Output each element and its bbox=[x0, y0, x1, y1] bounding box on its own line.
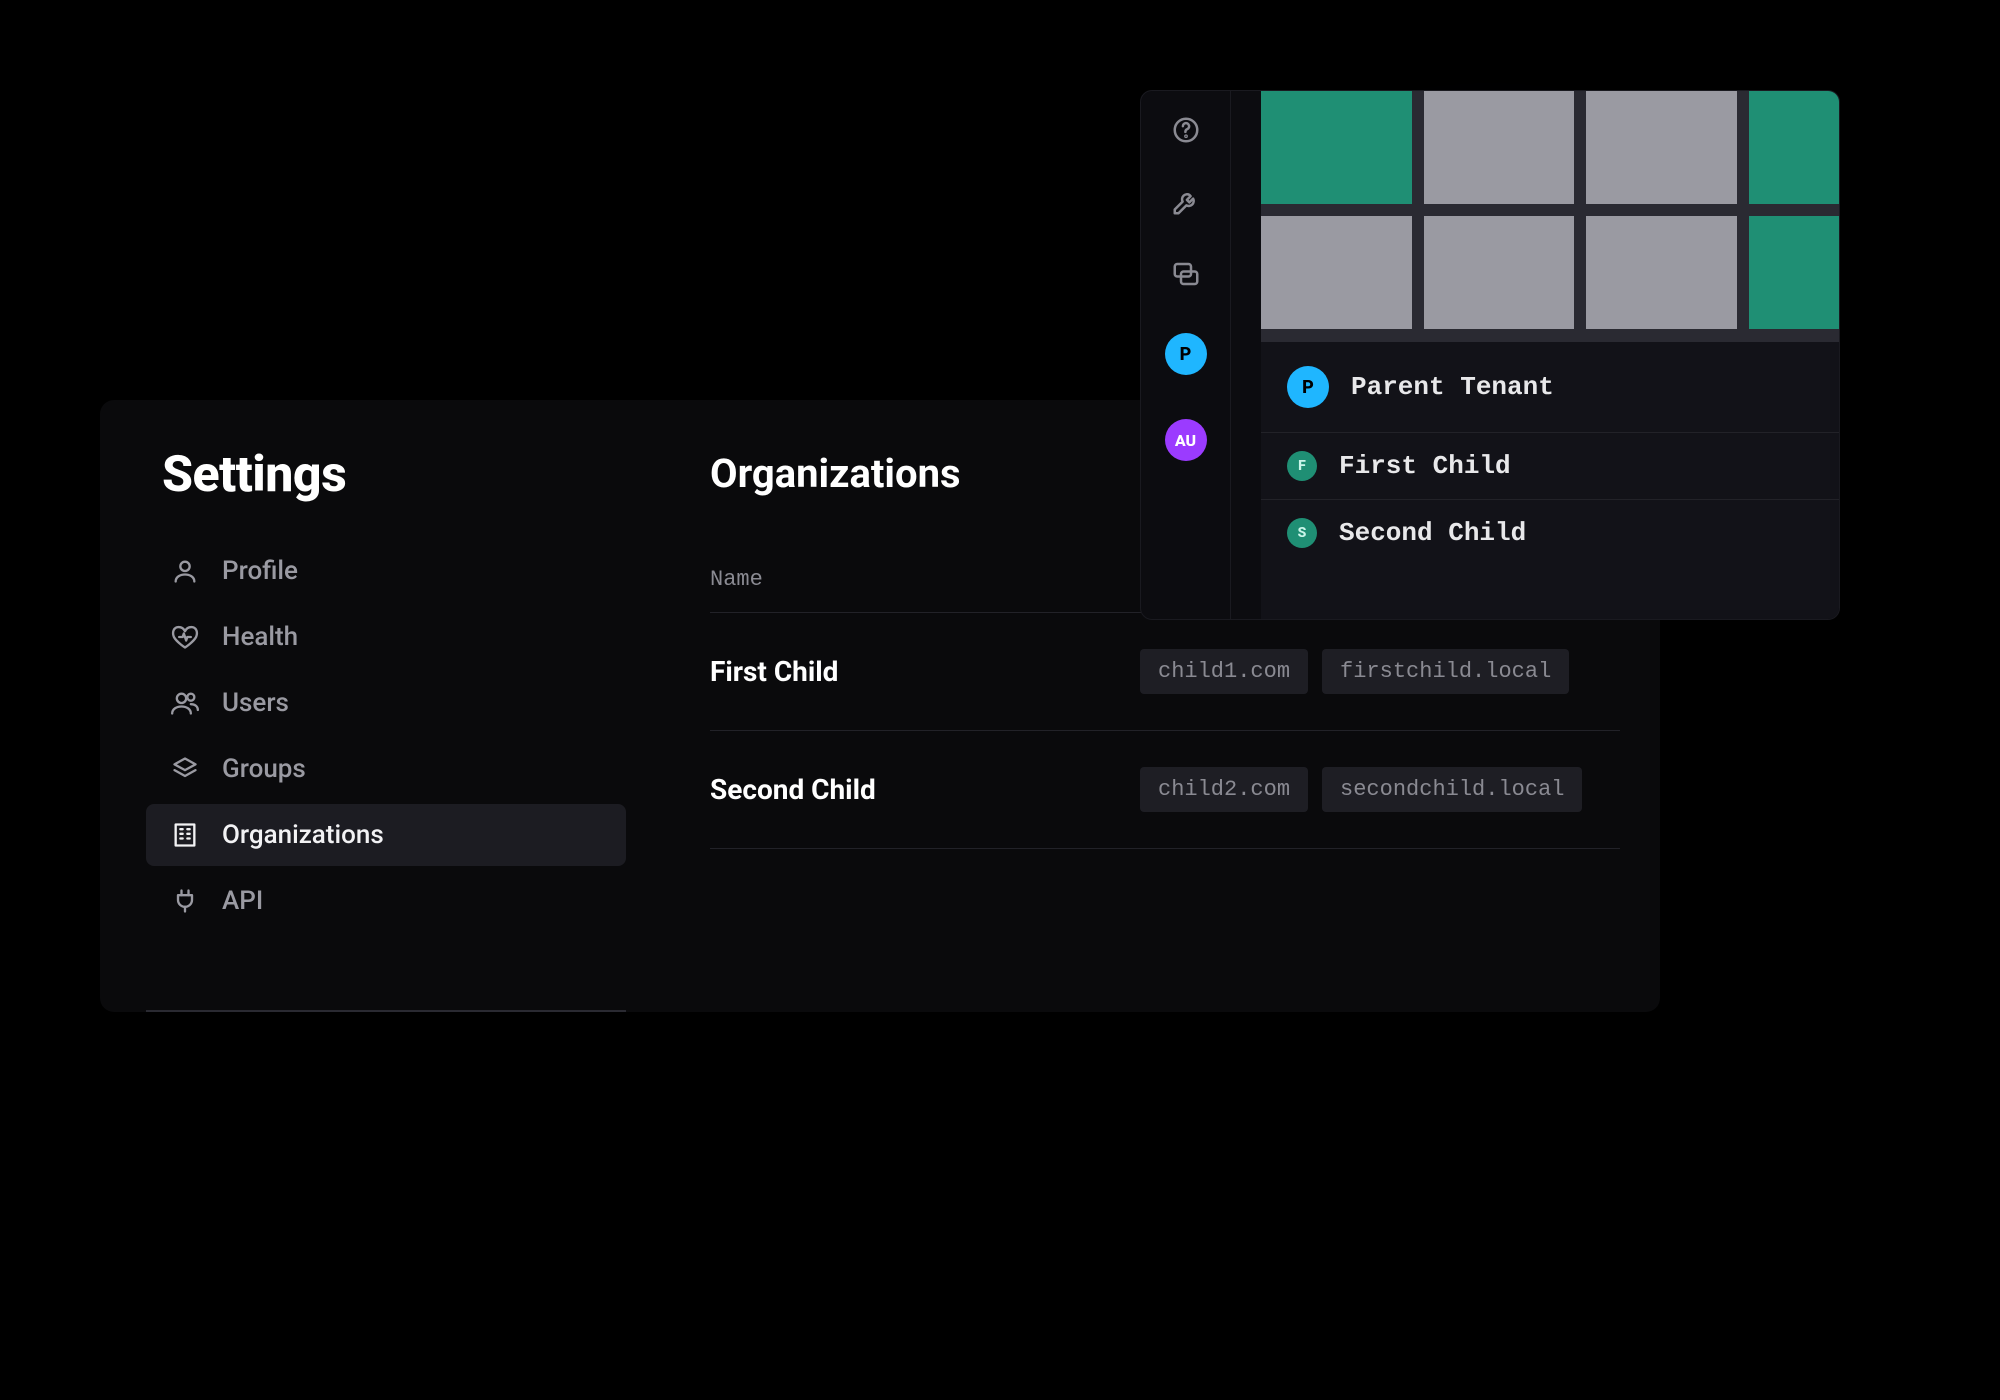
grid-cell bbox=[1424, 91, 1575, 204]
grid-cell bbox=[1749, 216, 1839, 329]
sidebar-item-label: Profile bbox=[222, 556, 298, 586]
tenant-item-first-child[interactable]: F First Child bbox=[1261, 432, 1839, 499]
domain-chip[interactable]: firstchild.local bbox=[1322, 649, 1569, 694]
table-row[interactable]: First Child child1.com firstchild.local bbox=[710, 613, 1620, 731]
tenant-label: First Child bbox=[1339, 451, 1511, 481]
wrench-icon[interactable] bbox=[1167, 183, 1205, 221]
tenant-rail-badge[interactable]: P bbox=[1165, 333, 1207, 375]
grid-cell bbox=[1749, 91, 1839, 204]
sidebar-item-profile[interactable]: Profile bbox=[146, 540, 626, 602]
settings-nav: Profile Health Users Groups Organization bbox=[146, 540, 626, 932]
user-icon bbox=[170, 556, 200, 586]
sidebar-item-label: Groups bbox=[222, 754, 306, 784]
column-header-name: Name bbox=[710, 567, 1140, 592]
layers-icon bbox=[170, 754, 200, 784]
page-title: Settings bbox=[162, 446, 346, 504]
tenant-badge: P bbox=[1287, 366, 1329, 408]
domain-list: child2.com secondchild.local bbox=[1140, 767, 1620, 812]
tenant-label: Parent Tenant bbox=[1351, 372, 1554, 402]
grid-cell bbox=[1261, 216, 1412, 329]
user-rail-badge[interactable]: AU bbox=[1165, 419, 1207, 461]
grid-cell bbox=[1586, 216, 1737, 329]
sidebar-item-groups[interactable]: Groups bbox=[146, 738, 626, 800]
grid-cell bbox=[1586, 91, 1737, 204]
tenant-menu: P Parent Tenant F First Child S Second C… bbox=[1261, 341, 1839, 619]
grid-cell bbox=[1261, 91, 1412, 204]
sidebar-item-organizations[interactable]: Organizations bbox=[146, 804, 626, 866]
chat-icon[interactable] bbox=[1167, 255, 1205, 293]
tenant-switcher-panel: P AU P Parent Tenant F First Child S Sec… bbox=[1140, 90, 1840, 620]
sidebar-item-health[interactable]: Health bbox=[146, 606, 626, 668]
org-name: Second Child bbox=[710, 773, 1140, 806]
org-name: First Child bbox=[710, 655, 1140, 688]
plug-icon bbox=[170, 886, 200, 916]
table-row[interactable]: Second Child child2.com secondchild.loca… bbox=[710, 731, 1620, 849]
grid-cell bbox=[1424, 216, 1575, 329]
sidebar-item-label: API bbox=[222, 886, 263, 916]
domain-list: child1.com firstchild.local bbox=[1140, 649, 1620, 694]
domain-chip[interactable]: secondchild.local bbox=[1322, 767, 1582, 812]
tenant-item-parent[interactable]: P Parent Tenant bbox=[1261, 342, 1839, 432]
tenant-badge: S bbox=[1287, 518, 1317, 548]
domain-chip[interactable]: child1.com bbox=[1140, 649, 1308, 694]
sidebar-item-label: Organizations bbox=[222, 820, 384, 850]
sidebar-item-label: Health bbox=[222, 622, 298, 652]
divider bbox=[146, 1010, 626, 1012]
building-icon bbox=[170, 820, 200, 850]
dashboard-grid-preview bbox=[1261, 91, 1839, 341]
users-icon bbox=[170, 688, 200, 718]
sidebar-item-users[interactable]: Users bbox=[146, 672, 626, 734]
tenant-label: Second Child bbox=[1339, 518, 1526, 548]
tenant-item-second-child[interactable]: S Second Child bbox=[1261, 499, 1839, 566]
popover-rail: P AU bbox=[1141, 91, 1231, 619]
sidebar-item-label: Users bbox=[222, 688, 289, 718]
domain-chip[interactable]: child2.com bbox=[1140, 767, 1308, 812]
heart-icon bbox=[170, 622, 200, 652]
help-icon[interactable] bbox=[1167, 111, 1205, 149]
sidebar-item-api[interactable]: API bbox=[146, 870, 626, 932]
tenant-badge: F bbox=[1287, 451, 1317, 481]
